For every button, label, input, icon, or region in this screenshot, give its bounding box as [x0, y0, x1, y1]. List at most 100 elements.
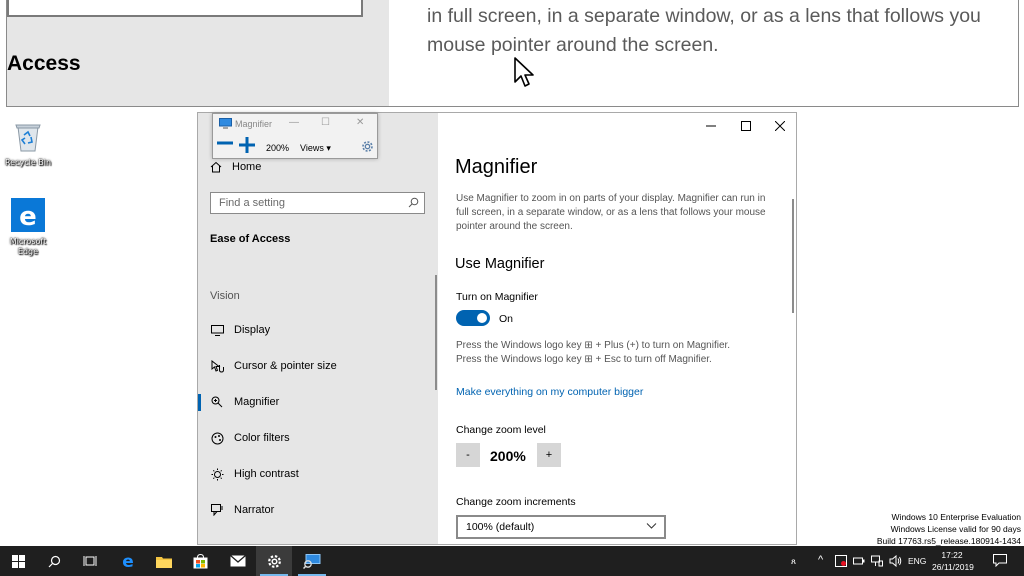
magnifier-app-icon	[303, 553, 321, 569]
zoom-out-icon[interactable]	[217, 140, 233, 146]
store-icon	[193, 553, 207, 568]
maximize-button[interactable]	[731, 117, 761, 135]
taskbar-edge[interactable]: e	[110, 546, 146, 576]
task-view-button[interactable]	[72, 546, 108, 576]
nav-item-color-filters[interactable]: Color filters	[198, 421, 438, 455]
home-icon	[210, 161, 222, 173]
clock-time: 17:22	[941, 550, 963, 560]
section-heading: Use Magnifier	[455, 256, 545, 272]
zoom-out-button[interactable]: -	[456, 443, 480, 467]
gear-icon	[267, 554, 281, 568]
taskbar: e ጸ ^ ENG 17:22 26/11/2019	[0, 546, 1024, 576]
nav-item-label: Cursor & pointer size	[234, 360, 337, 372]
defender-icon[interactable]	[835, 555, 847, 567]
search-icon[interactable]	[408, 197, 419, 208]
lens-nav-pane: Access	[7, 0, 389, 106]
chevron-up-icon[interactable]: ^	[818, 554, 823, 566]
nav-item-magnifier[interactable]: Magnifier	[198, 385, 438, 419]
taskbar-mail[interactable]	[220, 546, 256, 576]
nav-item-display[interactable]: Display	[198, 313, 438, 347]
desktop-label-edge: Microsoft Edge	[9, 237, 47, 256]
nav-item-high-contrast[interactable]: High contrast	[198, 457, 438, 491]
taskbar-search-button[interactable]	[36, 546, 72, 576]
nav-item-label: Magnifier	[234, 396, 280, 408]
close-button[interactable]	[765, 117, 795, 135]
notification-icon[interactable]	[993, 554, 1007, 567]
network-icon[interactable]	[871, 555, 883, 567]
shortcut-hint: Press the Windows logo key ⊞ + Plus (+) …	[456, 339, 730, 367]
magnifier-close-button[interactable]: ✕	[356, 117, 364, 128]
desktop-icon-recycle-bin[interactable]: Recycle Bin	[4, 119, 52, 168]
taskbar-settings[interactable]	[256, 546, 292, 576]
hint-line-2: Press the Windows logo key ⊞ + Esc to tu…	[456, 354, 712, 365]
toggle-label: Turn on Magnifier	[456, 291, 538, 303]
nav-scrollbar[interactable]	[435, 275, 437, 390]
input-language[interactable]: ENG	[908, 556, 926, 566]
magnifier-maximize-button[interactable]: ☐	[321, 117, 330, 128]
edge-icon: e	[11, 198, 45, 232]
narrator-icon	[210, 504, 222, 516]
zoom-level-value: 200%	[490, 448, 526, 464]
taskbar-store[interactable]	[182, 546, 218, 576]
watermark-line-2: Windows License valid for 90 days	[890, 524, 1021, 534]
folder-icon	[156, 556, 172, 568]
gear-icon[interactable]	[361, 140, 374, 153]
magnifier-minimize-button[interactable]: —	[289, 117, 299, 128]
hint-line-1: Press the Windows logo key ⊞ + Plus (+) …	[456, 340, 731, 351]
svg-text:e: e	[19, 202, 37, 232]
zoom-level-label: Change zoom level	[456, 424, 546, 436]
watermark-line-1: Windows 10 Enterprise Evaluation	[891, 512, 1021, 522]
start-button[interactable]	[0, 546, 36, 576]
lens-heading: Access	[7, 52, 81, 75]
taskbar-file-explorer[interactable]	[146, 546, 182, 576]
close-icon	[775, 121, 785, 131]
lens-line-1: in full screen, in a separate window, or…	[427, 5, 981, 27]
clock[interactable]: 17:22 26/11/2019	[932, 549, 974, 573]
magnifier-toolbar[interactable]: Magnifier — ☐ ✕ 200% Views ▾	[212, 113, 378, 159]
views-menu[interactable]: Views ▾	[300, 143, 331, 154]
content-scrollbar[interactable]	[792, 199, 794, 313]
task-view-icon	[83, 556, 97, 566]
page-description: Use Magnifier to zoom in on parts of you…	[456, 193, 766, 232]
make-bigger-link[interactable]: Make everything on my computer bigger	[456, 386, 643, 398]
nav-item-label: Narrator	[234, 504, 275, 516]
nav-home[interactable]: Home	[210, 161, 261, 173]
nav-home-label: Home	[232, 161, 262, 173]
lens-search-box	[7, 0, 363, 17]
nav-group-vision: Vision	[210, 290, 240, 302]
volume-icon[interactable]	[889, 555, 902, 567]
nav-item-narrator[interactable]: Narrator	[198, 493, 438, 527]
chevron-down-icon	[646, 523, 657, 529]
desktop-icon-edge[interactable]: e Microsoft Edge	[4, 198, 52, 257]
magnifier-toggle[interactable]	[456, 310, 490, 326]
nav-item-label: Display	[234, 324, 271, 336]
nav-item-label: Color filters	[234, 432, 290, 444]
settings-nav-pane: Home Find a setting Ease of Access Visio…	[198, 113, 438, 544]
svg-text:e: e	[122, 553, 134, 569]
magnifier-icon	[211, 396, 223, 408]
find-setting-placeholder: Find a setting	[219, 197, 286, 209]
nav-section-title: Ease of Access	[210, 233, 291, 245]
zoom-in-icon[interactable]	[239, 137, 255, 153]
nav-item-cursor[interactable]: Cursor & pointer size	[198, 349, 438, 383]
minimize-button[interactable]	[696, 117, 726, 135]
zoom-in-button[interactable]: +	[537, 443, 561, 467]
taskbar-magnifier[interactable]	[294, 546, 330, 576]
find-setting-input[interactable]: Find a setting	[210, 192, 425, 214]
search-icon	[48, 555, 60, 567]
display-icon	[210, 324, 224, 336]
lens-description: in full screen, in a separate window, or…	[427, 2, 981, 60]
clock-date: 26/11/2019	[932, 562, 974, 572]
mail-icon	[230, 555, 246, 567]
desktop-label-recycle-bin: Recycle Bin	[4, 158, 52, 167]
cursor-icon	[211, 359, 224, 373]
magnifier-lens-view: Access in full screen, in a separate win…	[6, 0, 1019, 107]
power-icon[interactable]	[853, 555, 865, 567]
views-label: Views	[300, 143, 324, 153]
zoom-increments-label: Change zoom increments	[456, 496, 576, 508]
zoom-increments-dropdown[interactable]: 100% (default)	[456, 515, 666, 539]
edge-icon: e	[122, 553, 134, 569]
people-icon[interactable]: ጸ	[791, 556, 796, 567]
toggle-state: On	[499, 313, 514, 325]
minimize-icon	[706, 125, 716, 127]
